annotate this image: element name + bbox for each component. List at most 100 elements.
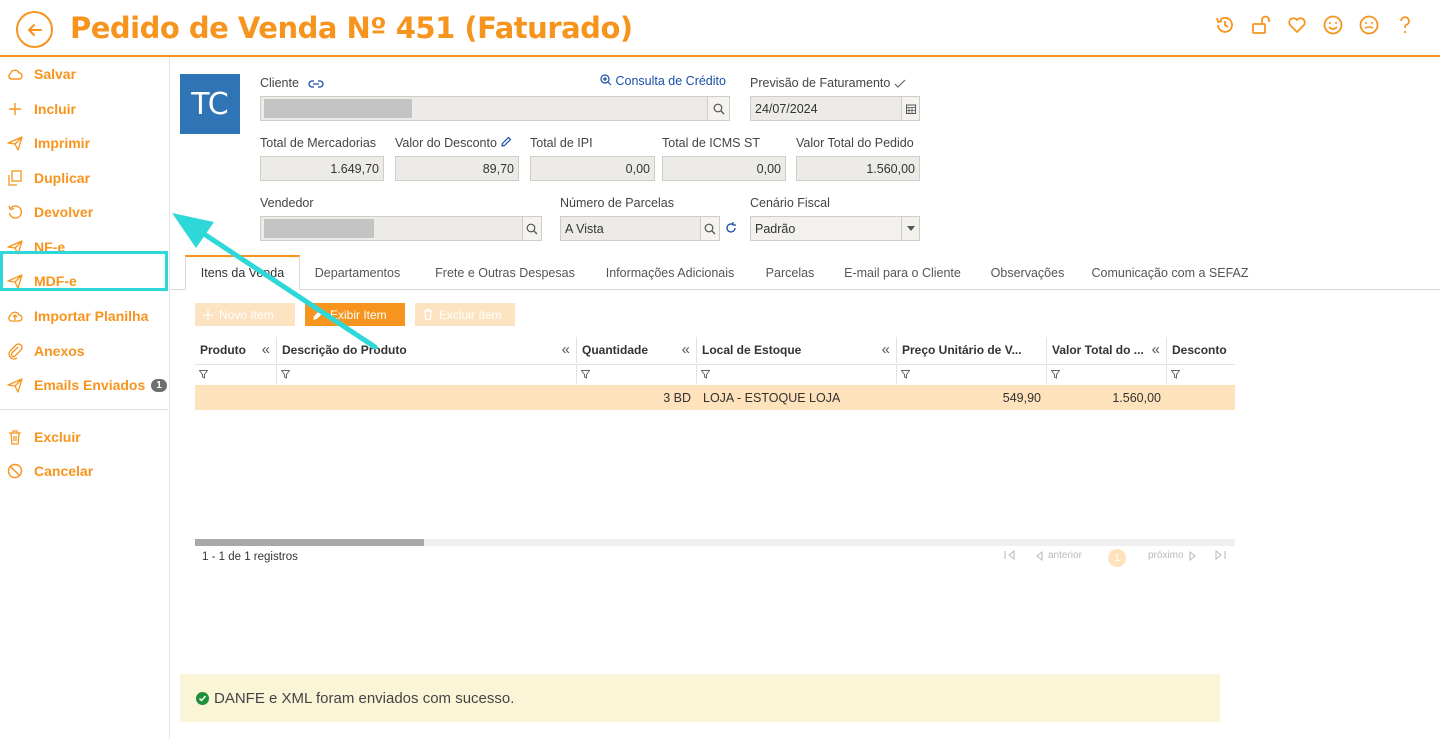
sidebar-item-duplicar[interactable]: Duplicar <box>0 162 168 194</box>
check-circle-icon <box>196 691 209 705</box>
redacted-value <box>264 219 374 238</box>
valor-desconto-label: Valor do Desconto <box>395 136 512 150</box>
search-icon <box>713 103 724 114</box>
column-header[interactable]: Quantidade « <box>577 337 697 363</box>
parcelas-field[interactable]: A Vista <box>560 216 720 241</box>
redacted-value <box>264 99 412 118</box>
column-header[interactable]: Preço Unitário de V... <box>897 337 1047 363</box>
help-icon[interactable] <box>1394 14 1416 36</box>
search-button[interactable] <box>700 217 719 240</box>
tab-informacoes-adicionais[interactable]: Informações Adicionais <box>595 255 745 290</box>
tab-comunicacao-sefaz[interactable]: Comunicação com a SEFAZ <box>1085 255 1255 290</box>
scrollbar-thumb[interactable] <box>195 539 424 546</box>
sidebar-item-nfe[interactable]: NF-e <box>0 231 168 263</box>
calendar-button[interactable] <box>901 97 919 120</box>
sidebar-item-importar-planilha[interactable]: Importar Planilha <box>0 300 168 332</box>
novo-item-button[interactable]: Novo Item <box>195 303 295 326</box>
paperclip-icon <box>6 342 24 360</box>
total-mercadorias-field[interactable]: 1.649,70 <box>260 156 384 181</box>
collapse-icon[interactable]: « <box>682 341 690 358</box>
sidebar-item-emails-enviados[interactable]: Emails Enviados 1 <box>0 369 168 401</box>
valor-total-field[interactable]: 1.560,00 <box>796 156 920 181</box>
collapse-icon[interactable]: « <box>882 341 890 358</box>
filter-icon[interactable] <box>697 364 897 384</box>
filter-icon[interactable] <box>195 364 277 384</box>
sidebar-item-salvar[interactable]: Salvar <box>0 58 168 90</box>
cell-descricao <box>277 385 577 410</box>
collapse-icon[interactable]: « <box>1152 341 1160 358</box>
link-icon[interactable] <box>308 78 324 90</box>
neutral-face-icon[interactable] <box>1358 14 1380 36</box>
sidebar-item-cancelar[interactable]: Cancelar <box>0 455 168 487</box>
search-button[interactable] <box>707 97 729 120</box>
column-header[interactable]: Descrição do Produto « <box>277 337 577 363</box>
filter-icon[interactable] <box>897 364 1047 384</box>
sidebar-item-mdfe[interactable]: MDF-e <box>0 265 168 297</box>
collapse-icon[interactable]: « <box>562 341 570 358</box>
tab-frete[interactable]: Frete e Outras Despesas <box>425 255 585 290</box>
zoom-in-icon <box>600 74 612 86</box>
tab-parcelas[interactable]: Parcelas <box>755 255 825 290</box>
collapse-icon[interactable]: « <box>262 341 270 358</box>
sidebar-item-devolver[interactable]: Devolver <box>0 196 168 228</box>
sidebar-item-incluir[interactable]: Incluir <box>0 93 168 125</box>
heart-icon[interactable] <box>1286 14 1308 36</box>
tab-observacoes[interactable]: Observações <box>980 255 1075 290</box>
current-page[interactable]: 1 <box>1108 549 1126 567</box>
search-button[interactable] <box>522 217 541 240</box>
refresh-icon[interactable] <box>724 221 738 235</box>
sidebar-item-imprimir[interactable]: Imprimir <box>0 127 168 159</box>
filter-icon[interactable] <box>277 364 577 384</box>
trash-icon <box>424 309 432 320</box>
tab-email-cliente[interactable]: E-mail para o Cliente <box>835 255 970 290</box>
column-header[interactable]: Desconto <box>1167 337 1235 363</box>
horizontal-scrollbar[interactable] <box>195 539 1235 546</box>
column-header[interactable]: Valor Total do ... « <box>1047 337 1167 363</box>
exibir-item-button[interactable]: Exibir Item <box>305 303 405 326</box>
excluir-item-button[interactable]: Excluir Item <box>415 303 515 326</box>
previsao-date-field[interactable]: 24/07/2024 <box>750 96 920 121</box>
page-header: Pedido de Venda Nº 451 (Faturado) <box>0 0 1440 57</box>
column-header[interactable]: Local de Estoque « <box>697 337 897 363</box>
tab-departamentos[interactable]: Departamentos <box>305 255 410 290</box>
smile-icon[interactable] <box>1322 14 1344 36</box>
tab-itens-da-venda[interactable]: Itens da Venda <box>185 255 300 290</box>
filter-icon[interactable] <box>1167 364 1235 384</box>
chevron-down-icon[interactable] <box>901 217 919 240</box>
success-message: DANFE e XML foram enviados com sucesso. <box>180 674 1220 722</box>
cliente-label: Cliente <box>260 76 324 90</box>
history-icon[interactable] <box>1214 14 1236 36</box>
cell-quantidade: 3 BD <box>663 390 691 405</box>
table-row[interactable]: 3 BD LOJA - ESTOQUE LOJA 549,90 1.560,00 <box>195 385 1235 410</box>
last-page-icon[interactable] <box>1214 550 1226 560</box>
next-page-button[interactable]: próximo <box>1148 550 1196 561</box>
column-header[interactable]: Produto « <box>195 337 277 363</box>
filter-icon[interactable] <box>1047 364 1167 384</box>
previsao-label: Previsão de Faturamento <box>750 76 906 90</box>
total-ipi-label: Total de IPI <box>530 136 593 150</box>
chevron-left-icon <box>1036 550 1043 561</box>
vendedor-field[interactable] <box>260 216 542 241</box>
pencil-icon[interactable] <box>500 136 512 148</box>
unlock-icon[interactable] <box>1250 14 1272 36</box>
vendedor-label: Vendedor <box>260 196 314 210</box>
total-icms-st-field[interactable]: 0,00 <box>662 156 786 181</box>
records-count: 1 - 1 de 1 registros <box>202 551 298 563</box>
valor-desconto-field[interactable]: 89,70 <box>395 156 519 181</box>
back-button[interactable] <box>16 11 53 48</box>
consulta-credito-link[interactable]: Consulta de Crédito <box>600 74 726 88</box>
sidebar: Salvar Incluir Imprimir Duplicar Devolve… <box>0 57 170 739</box>
chevron-right-icon <box>1189 550 1196 561</box>
block-icon <box>6 462 24 480</box>
previous-page-button[interactable]: anterior <box>1036 550 1082 561</box>
total-ipi-field[interactable]: 0,00 <box>530 156 655 181</box>
first-page-icon[interactable] <box>1004 550 1016 560</box>
cliente-field[interactable] <box>260 96 730 121</box>
cloud-icon <box>6 65 24 83</box>
sidebar-item-anexos[interactable]: Anexos <box>0 335 168 367</box>
tab-bar: Itens da Venda Departamentos Frete e Out… <box>170 255 1440 290</box>
filter-icon[interactable] <box>577 364 697 384</box>
sidebar-item-excluir[interactable]: Excluir <box>0 421 168 453</box>
total-icms-st-label: Total de ICMS ST <box>662 136 760 150</box>
cenario-fiscal-select[interactable]: Padrão <box>750 216 920 241</box>
